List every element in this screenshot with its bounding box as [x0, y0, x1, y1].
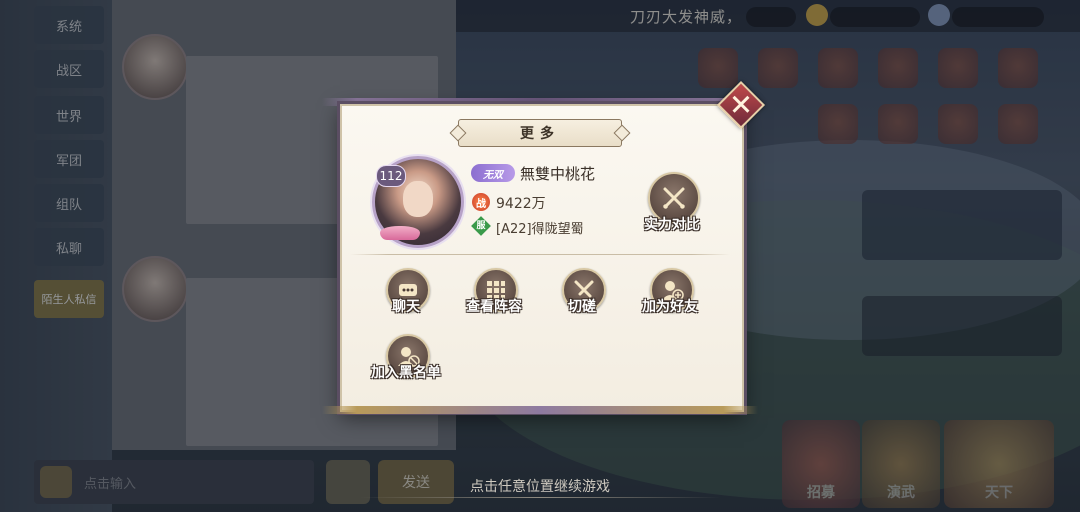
- level-badge: 112: [376, 165, 406, 187]
- dialog-frame-bottom: [322, 406, 758, 414]
- add-friend-label: 加为好友: [642, 299, 698, 315]
- tap-to-continue-hint: 点击任意位置继续游戏: [470, 479, 610, 495]
- avatar-face: [403, 181, 433, 217]
- spar-label: 切磋: [568, 299, 596, 315]
- view-lineup-label: 查看阵容: [466, 299, 522, 315]
- server-icon-label: 服: [476, 221, 486, 231]
- add-friend-button[interactable]: 加为好友: [630, 268, 710, 324]
- server-name: [A22]得陇望蜀: [496, 222, 584, 237]
- power-icon: 战: [472, 193, 490, 211]
- spar-button[interactable]: 切磋: [542, 268, 622, 324]
- chat-button[interactable]: 聊天: [366, 268, 446, 324]
- block-user-button[interactable]: 加入黑名单: [366, 334, 446, 390]
- lotus-icon: [380, 226, 420, 240]
- vip-badge: 无双: [471, 164, 515, 182]
- hint-divider: [360, 497, 720, 498]
- player-name: 無雙中桃花: [520, 165, 596, 183]
- compare-strength-button[interactable]: 实力对比: [632, 172, 712, 233]
- dialog-title: 更多: [458, 119, 622, 147]
- compare-strength-label: 实力对比: [644, 217, 700, 233]
- block-user-label: 加入黑名单: [371, 365, 441, 381]
- view-lineup-button[interactable]: 查看阵容: [454, 268, 534, 324]
- dialog-divider: [350, 254, 730, 255]
- chat-label: 聊天: [392, 299, 420, 315]
- power-value: 9422万: [496, 196, 546, 212]
